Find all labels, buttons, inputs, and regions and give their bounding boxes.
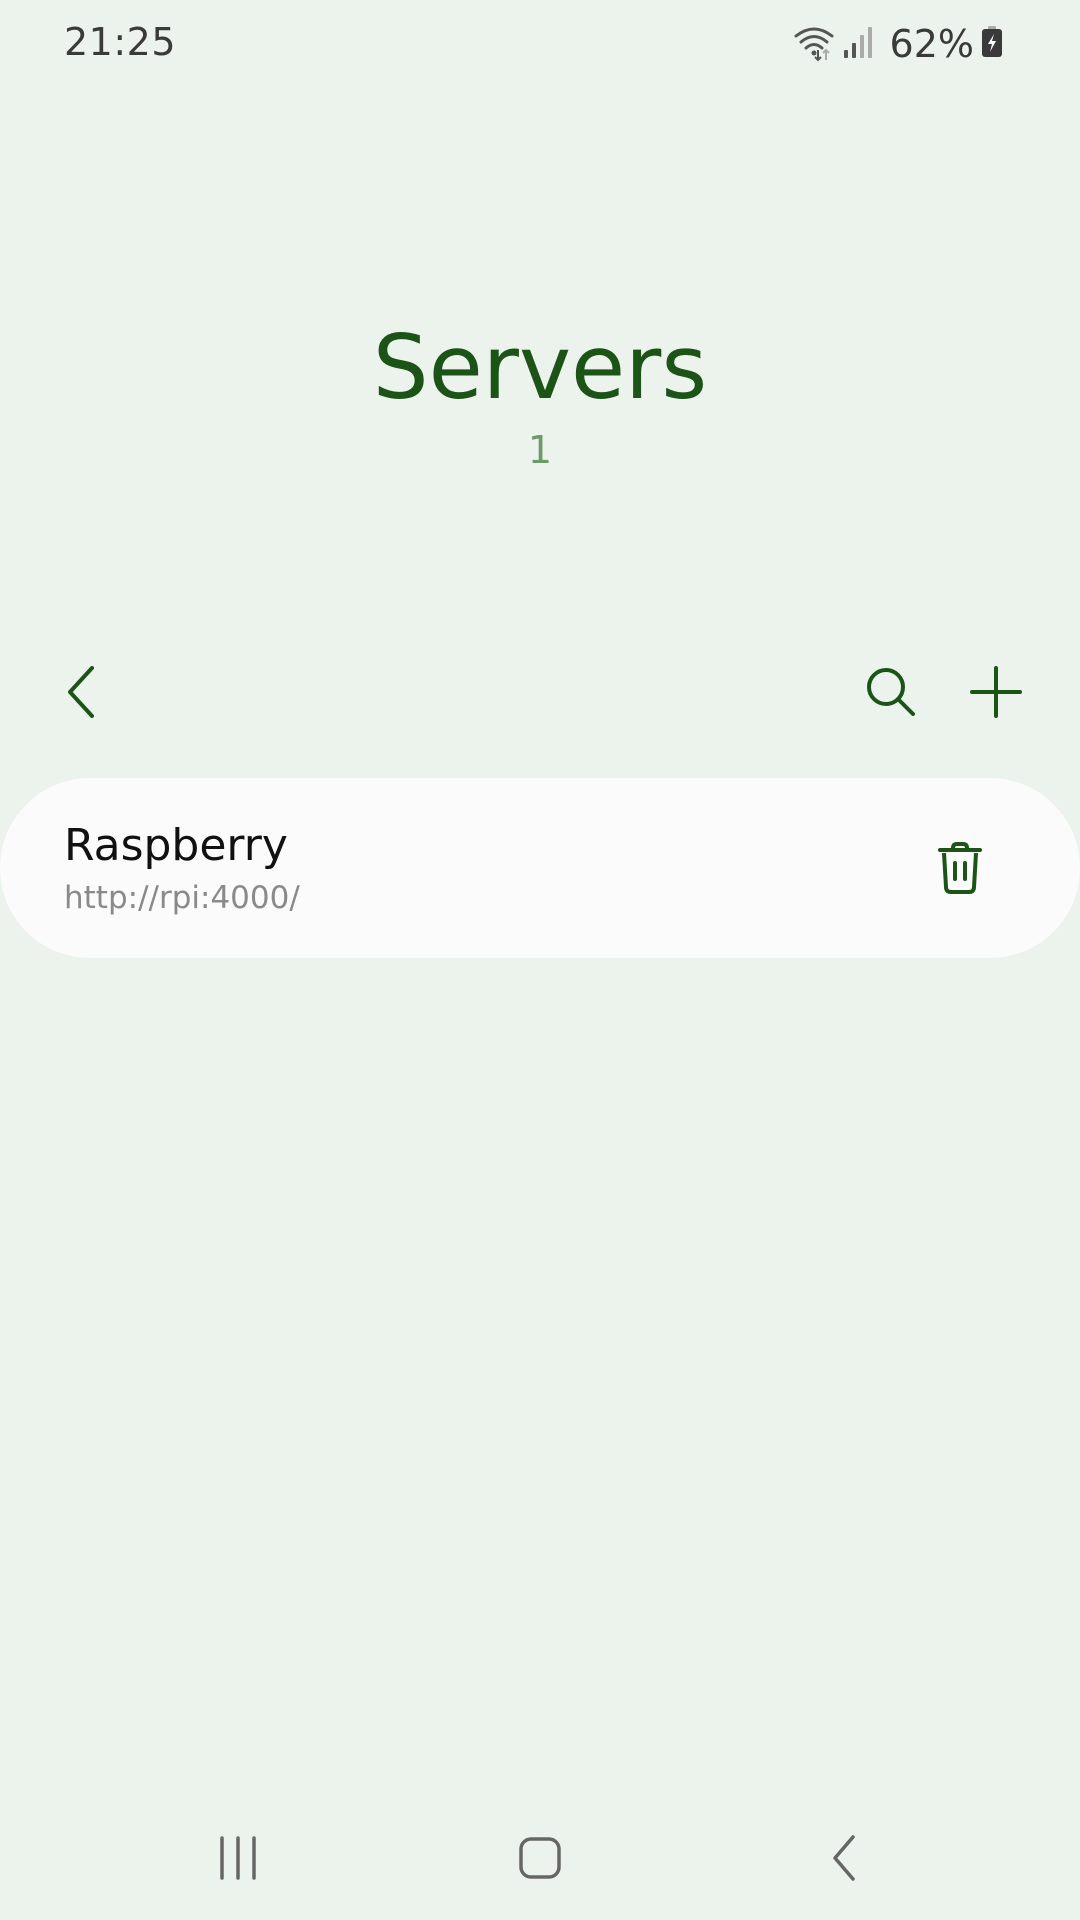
add-button[interactable] [956,654,1036,734]
recents-icon [216,1836,260,1884]
server-name: Raspberry [64,820,288,871]
search-button[interactable] [851,654,931,734]
home-button[interactable] [490,1810,590,1910]
back-icon [829,1834,859,1886]
server-list-item[interactable]: Raspberry http://rpi:4000/ [0,778,1080,958]
server-url: http://rpi:4000/ [64,880,300,916]
recents-button[interactable] [188,1810,288,1910]
back-icon [62,662,102,726]
trash-icon [937,841,983,899]
home-icon [518,1836,562,1884]
wifi-icon [792,22,836,66]
battery-charging-icon [980,25,1004,63]
status-icons: 62% [792,22,1004,66]
add-icon [969,665,1023,723]
page-title: Servers [372,316,708,419]
signal-icon [842,24,876,64]
back-button[interactable] [42,654,122,734]
status-bar: 21:25 62% [0,0,1080,90]
search-icon [864,665,918,723]
delete-server-button[interactable] [920,830,1000,910]
battery-percent: 62% [889,22,974,66]
status-time: 21:25 [64,20,177,64]
server-count: 1 [527,428,553,472]
system-back-button[interactable] [794,1810,894,1910]
